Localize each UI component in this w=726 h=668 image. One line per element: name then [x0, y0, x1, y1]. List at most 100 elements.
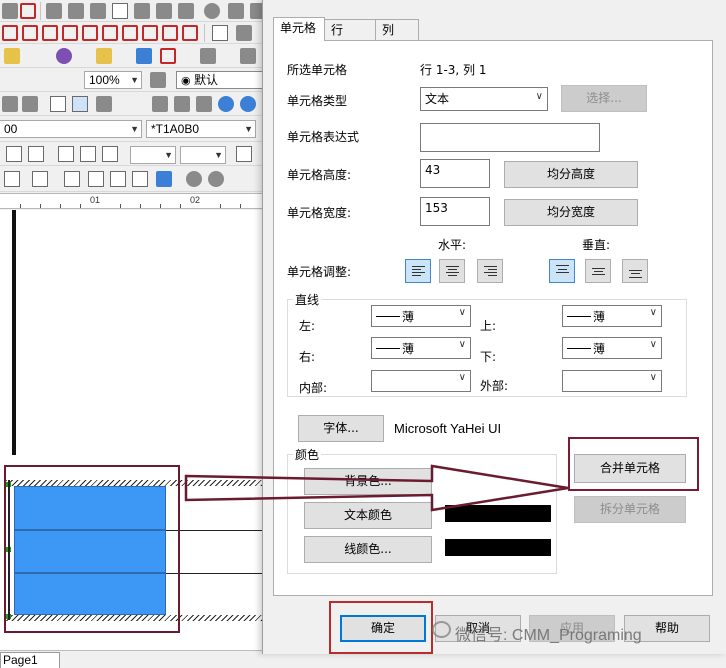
split-cells-button[interactable]: 拆分单元格 — [574, 496, 686, 523]
text-color-button[interactable]: 文本颜色 — [304, 502, 432, 529]
cell-width-input[interactable]: 153 — [420, 197, 490, 226]
layout-icon[interactable] — [64, 171, 80, 187]
layout-icon[interactable] — [156, 171, 172, 187]
align-left-button[interactable] — [405, 259, 431, 283]
geometry-tool-icon[interactable] — [2, 25, 18, 41]
layout-icon[interactable] — [132, 171, 148, 187]
tool-icon[interactable] — [68, 3, 84, 19]
bold-icon[interactable] — [6, 146, 22, 162]
align-center-button[interactable] — [439, 259, 465, 283]
align-right-button[interactable] — [477, 259, 503, 283]
tool-icon[interactable] — [228, 3, 244, 19]
table-icon[interactable] — [160, 48, 176, 64]
align-left-icon[interactable] — [58, 146, 74, 162]
table-cell-row-2[interactable] — [14, 530, 166, 573]
select-button[interactable]: 选择... — [561, 85, 647, 112]
color-select[interactable]: ▼ — [130, 146, 176, 164]
size-select[interactable]: ▼ — [180, 146, 226, 164]
background-color-button[interactable]: 背景色... — [304, 468, 432, 495]
outer-line-select[interactable]: ∨ — [562, 370, 662, 392]
align-top-button[interactable] — [549, 259, 575, 283]
page-tab[interactable]: Page1 — [0, 652, 60, 668]
circle-tool-icon[interactable] — [204, 3, 220, 19]
tool-icon[interactable] — [156, 3, 172, 19]
redo-icon[interactable] — [240, 96, 256, 112]
ok-button[interactable]: 确定 — [340, 615, 426, 642]
line-color-button[interactable]: 线颜色... — [304, 536, 432, 563]
tool-icon[interactable] — [2, 3, 18, 19]
tab-row[interactable]: 行 — [324, 19, 376, 41]
vertical-line-object[interactable] — [12, 210, 16, 455]
equal-width-button[interactable]: 均分宽度 — [504, 199, 638, 226]
tool-icon[interactable] — [240, 48, 256, 64]
number-icon[interactable] — [212, 25, 228, 41]
geometry-tool-icon[interactable] — [82, 25, 98, 41]
font-button[interactable]: 字体... — [298, 415, 384, 442]
inner-line-select[interactable]: ∨ — [371, 370, 471, 392]
align-middle-button[interactable] — [585, 259, 611, 283]
cell-type-select[interactable]: 文本 ∨ — [420, 87, 548, 111]
bottom-line-select[interactable]: 薄 ∨ — [562, 337, 662, 359]
align-bottom-button[interactable] — [622, 259, 648, 283]
tool-icon[interactable] — [200, 48, 216, 64]
table-cell-row-1[interactable] — [14, 486, 166, 530]
top-line-select[interactable]: 薄 ∨ — [562, 305, 662, 327]
tool-icon[interactable] — [96, 96, 112, 112]
tab-column[interactable]: 列 — [375, 19, 419, 41]
style-select[interactable]: ◉ 默认 — [176, 71, 270, 89]
tool-icon[interactable] — [90, 3, 106, 19]
tool-icon[interactable] — [174, 96, 190, 112]
ruler-mark: 02 — [190, 195, 201, 205]
layout-icon[interactable] — [88, 171, 104, 187]
tool-icon[interactable] — [22, 96, 38, 112]
table-cell-row-3[interactable] — [14, 573, 166, 615]
right-line-select[interactable]: 薄 ∨ — [371, 337, 471, 359]
tab-cell[interactable]: 单元格 — [273, 17, 325, 41]
report-canvas[interactable] — [0, 210, 270, 650]
align-right-icon[interactable] — [102, 146, 118, 162]
arrow-icon[interactable] — [4, 48, 20, 64]
tool-icon[interactable] — [150, 72, 166, 88]
arc-tool-icon[interactable] — [122, 25, 138, 41]
left-line-select[interactable]: 薄 ∨ — [371, 305, 471, 327]
tool-icon[interactable] — [236, 25, 252, 41]
left-line-label: 左: — [299, 319, 316, 333]
layout-icon[interactable] — [4, 171, 20, 187]
cell-expression-input[interactable] — [420, 123, 600, 152]
rotate-icon[interactable] — [186, 171, 202, 187]
tool-icon[interactable] — [152, 96, 168, 112]
insert-icon[interactable] — [136, 48, 152, 64]
font-size-select[interactable]: 00 ▼ — [0, 120, 142, 138]
align-center-icon[interactable] — [80, 146, 96, 162]
tool-icon[interactable] — [134, 3, 150, 19]
chevron-down-icon: ▼ — [130, 75, 139, 85]
cell-height-input[interactable]: 43 — [420, 159, 490, 188]
probe-icon[interactable] — [56, 48, 72, 64]
tool-icon[interactable] — [46, 3, 62, 19]
move-icon[interactable] — [112, 3, 128, 19]
text-tool-icon[interactable] — [20, 3, 36, 19]
geometry-tool-icon[interactable] — [182, 25, 198, 41]
geometry-tool-icon[interactable] — [102, 25, 118, 41]
layout-icon[interactable] — [110, 171, 126, 187]
italic-icon[interactable] — [28, 146, 44, 162]
grid-icon[interactable] — [236, 146, 252, 162]
geometry-tool-icon[interactable] — [42, 25, 58, 41]
equal-height-button[interactable]: 均分高度 — [504, 161, 638, 188]
rotate-icon[interactable] — [208, 171, 224, 187]
layout-icon[interactable] — [32, 171, 48, 187]
undo-icon[interactable] — [218, 96, 234, 112]
angle-tool-icon[interactable] — [162, 25, 178, 41]
page-icon[interactable] — [50, 96, 66, 112]
tag-icon[interactable] — [96, 48, 112, 64]
tool-icon[interactable] — [178, 3, 194, 19]
tool-icon[interactable] — [2, 96, 18, 112]
geometry-tool-icon[interactable] — [22, 25, 38, 41]
cell-name-select[interactable]: *T1A0B0 ▼ — [146, 120, 256, 138]
geometry-tool-icon[interactable] — [142, 25, 158, 41]
geometry-tool-icon[interactable] — [62, 25, 78, 41]
page-icon[interactable] — [72, 96, 88, 112]
tool-icon[interactable] — [196, 96, 212, 112]
zoom-select[interactable]: 100% ▼ — [84, 71, 142, 89]
merge-cells-button[interactable]: 合并单元格 — [574, 454, 686, 483]
